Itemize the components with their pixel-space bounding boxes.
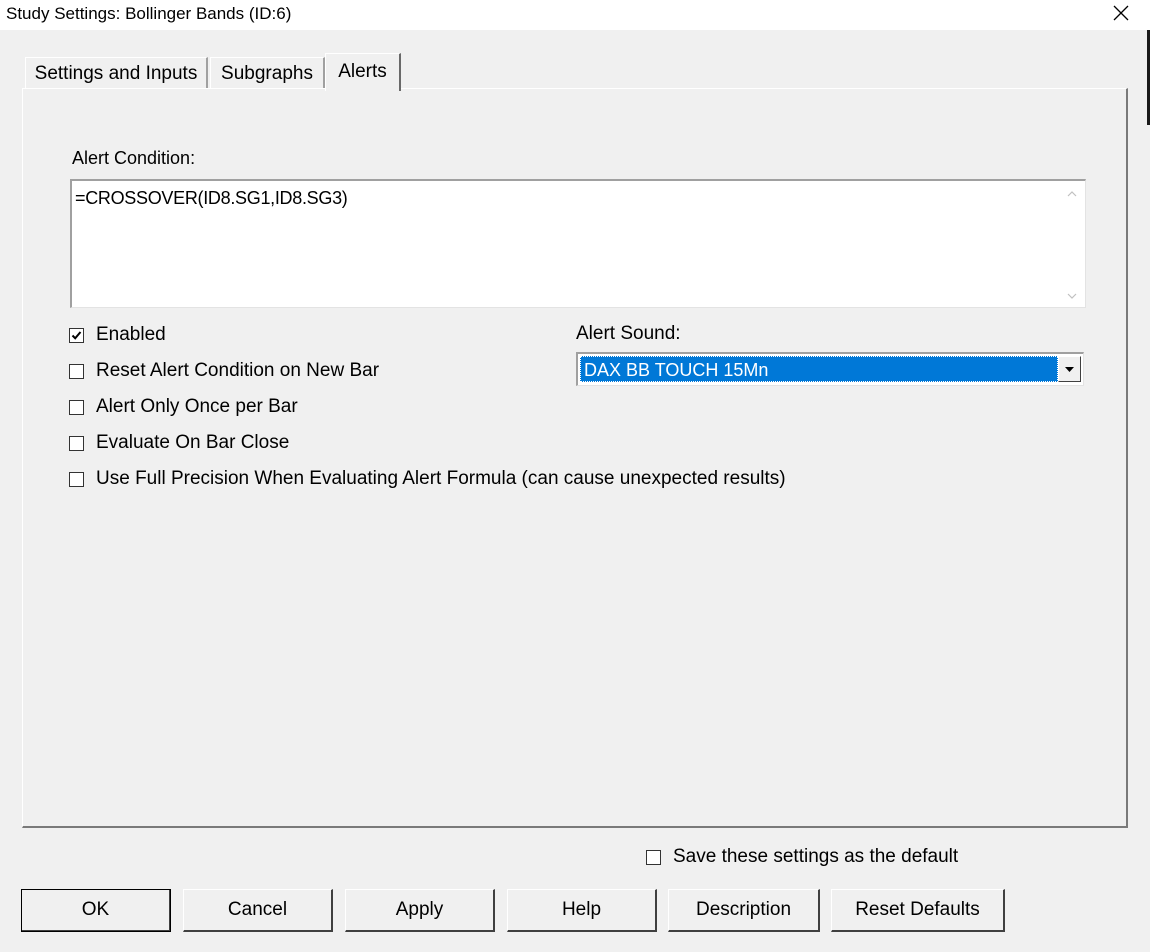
scroll-down-icon[interactable] — [1067, 291, 1077, 301]
alert-condition-label: Alert Condition: — [72, 148, 196, 168]
enabled-label: Enabled — [96, 324, 166, 345]
alert-sound-value: DAX BB TOUCH 15Mn — [580, 356, 1058, 382]
alert-once-checkbox[interactable] — [69, 399, 84, 415]
close-icon — [1113, 5, 1129, 26]
cancel-button[interactable]: Cancel — [183, 889, 333, 932]
tab-alerts[interactable]: Alerts — [325, 53, 401, 91]
enabled-checkbox-row[interactable]: Enabled — [69, 324, 166, 346]
ok-button[interactable]: OK — [21, 889, 171, 932]
description-button[interactable]: Description — [668, 889, 820, 932]
close-button[interactable] — [1098, 0, 1144, 30]
reset-alert-checkbox[interactable] — [69, 363, 84, 379]
help-label: Help — [561, 899, 602, 920]
full-precision-label: Use Full Precision When Evaluating Alert… — [96, 468, 786, 489]
evaluate-on-close-checkbox[interactable] — [69, 435, 84, 451]
dropdown-button[interactable] — [1058, 356, 1081, 382]
description-label: Description — [695, 899, 792, 920]
cancel-label: Cancel — [227, 899, 288, 920]
alert-once-label: Alert Only Once per Bar — [96, 396, 298, 417]
tab-subgraphs[interactable]: Subgraphs — [210, 57, 325, 89]
full-precision-checkbox-row[interactable]: Use Full Precision When Evaluating Alert… — [69, 468, 786, 490]
tab-settings-and-inputs[interactable]: Settings and Inputs — [25, 57, 208, 89]
enabled-checkbox[interactable] — [69, 327, 84, 343]
title-bar: Study Settings: Bollinger Bands (ID:6) — [0, 0, 1150, 30]
tab-label: Alerts — [338, 61, 387, 82]
reset-alert-checkbox-row[interactable]: Reset Alert Condition on New Bar — [69, 360, 379, 382]
checkmark-icon — [71, 330, 82, 340]
alert-once-checkbox-row[interactable]: Alert Only Once per Bar — [69, 396, 298, 418]
alert-sound-select[interactable]: DAX BB TOUCH 15Mn — [576, 352, 1084, 386]
scroll-up-icon[interactable] — [1067, 189, 1077, 199]
save-default-label: Save these settings as the default — [673, 846, 959, 867]
evaluate-on-close-checkbox-row[interactable]: Evaluate On Bar Close — [69, 432, 289, 454]
help-button[interactable]: Help — [507, 889, 657, 932]
reset-defaults-label: Reset Defaults — [855, 899, 980, 920]
apply-label: Apply — [395, 899, 444, 920]
ok-label: OK — [81, 899, 110, 920]
alert-condition-input[interactable]: =CROSSOVER(ID8.SG1,ID8.SG3) — [70, 179, 1086, 308]
save-default-checkbox[interactable] — [646, 849, 661, 865]
evaluate-on-close-label: Evaluate On Bar Close — [96, 432, 290, 453]
window-title: Study Settings: Bollinger Bands (ID:6) — [6, 4, 292, 23]
tab-label: Settings and Inputs — [34, 62, 198, 84]
tab-label: Subgraphs — [221, 62, 313, 84]
reset-defaults-button[interactable]: Reset Defaults — [831, 889, 1005, 932]
save-default-checkbox-row[interactable]: Save these settings as the default — [646, 846, 958, 868]
alert-condition-text: =CROSSOVER(ID8.SG1,ID8.SG3) — [75, 188, 348, 208]
full-precision-checkbox[interactable] — [69, 471, 84, 487]
chevron-down-icon — [1065, 366, 1074, 372]
apply-button[interactable]: Apply — [345, 889, 495, 932]
reset-alert-label: Reset Alert Condition on New Bar — [96, 360, 380, 381]
alert-sound-label: Alert Sound: — [576, 323, 681, 344]
